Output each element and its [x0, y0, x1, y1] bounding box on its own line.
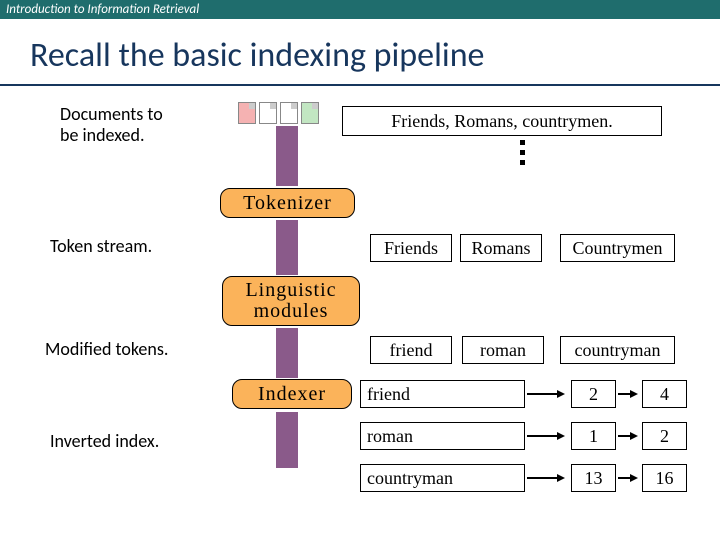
- posting-box: 2: [571, 380, 616, 408]
- token-cell: Countrymen: [560, 234, 675, 262]
- diagram-canvas: Documents to be indexed. Token stream. M…: [0, 96, 720, 526]
- posting-value: 4: [660, 384, 669, 405]
- xls-icon: [301, 102, 319, 124]
- posting-value: 13: [585, 468, 603, 489]
- arrow-right-icon: [525, 388, 567, 400]
- document-icons: [238, 102, 319, 124]
- token-text: Romans: [471, 238, 530, 259]
- token-cell: Friends: [370, 234, 452, 262]
- header-bar: Introduction to Information Retrieval: [0, 0, 720, 19]
- arrow-down-icon: [276, 220, 298, 275]
- stage-tokenizer-label: Tokenizer: [243, 192, 332, 215]
- stage-indexer: Indexer: [232, 379, 352, 409]
- stage-linguistic-label: Linguistic modules: [245, 280, 336, 322]
- arrow-right-icon: [525, 430, 567, 442]
- arrow-down-icon: [276, 412, 298, 468]
- index-term: friend: [367, 384, 410, 405]
- token-text: friend: [390, 340, 433, 361]
- arrow-right-icon: [616, 472, 638, 484]
- posting-box: 16: [642, 464, 687, 492]
- index-row: countryman 13 16: [360, 464, 687, 492]
- arrow-right-icon: [616, 388, 638, 400]
- posting-box: 13: [571, 464, 616, 492]
- input-document-box: Friends, Romans, countrymen.: [342, 106, 662, 136]
- posting-value: 2: [589, 384, 598, 405]
- posting-value: 2: [660, 426, 669, 447]
- stage-indexer-label: Indexer: [258, 383, 326, 406]
- course-title: Introduction to Information Retrieval: [6, 2, 199, 17]
- token-text: countryman: [575, 340, 661, 361]
- label-documents: Documents to be indexed.: [60, 104, 163, 145]
- index-term-box: friend: [360, 380, 525, 408]
- modified-token-cell: countryman: [560, 336, 675, 364]
- pdf-icon: [238, 102, 256, 124]
- posting-box: 1: [571, 422, 616, 450]
- index-term-box: roman: [360, 422, 525, 450]
- arrow-right-icon: [616, 430, 638, 442]
- label-inverted-index: Inverted index.: [50, 431, 159, 452]
- stage-linguistic: Linguistic modules: [222, 276, 360, 326]
- vertical-ellipsis-icon: [520, 140, 525, 165]
- label-token-stream: Token stream.: [50, 236, 152, 257]
- modified-token-cell: roman: [462, 336, 544, 364]
- index-term-box: countryman: [360, 464, 525, 492]
- label-modified-tokens: Modified tokens.: [45, 339, 168, 360]
- token-text: roman: [480, 340, 526, 361]
- index-row: roman 1 2: [360, 422, 687, 450]
- token-text: Friends: [384, 238, 438, 259]
- arrow-down-icon: [276, 328, 298, 378]
- doc-icon: [280, 102, 298, 124]
- arrow-right-icon: [525, 472, 567, 484]
- slide-title: Recall the basic indexing pipeline: [0, 19, 720, 84]
- index-term: roman: [367, 426, 413, 447]
- arrow-down-icon: [276, 126, 298, 186]
- token-text: Countrymen: [573, 238, 663, 259]
- posting-value: 1: [589, 426, 598, 447]
- posting-value: 16: [656, 468, 674, 489]
- input-document-text: Friends, Romans, countrymen.: [391, 111, 612, 132]
- stage-tokenizer: Tokenizer: [220, 188, 355, 218]
- token-cell: Romans: [460, 234, 542, 262]
- index-term: countryman: [367, 468, 453, 489]
- modified-token-cell: friend: [370, 336, 452, 364]
- posting-box: 2: [642, 422, 687, 450]
- doc-icon: [259, 102, 277, 124]
- index-row: friend 2 4: [360, 380, 687, 408]
- title-underline: [0, 84, 720, 86]
- posting-box: 4: [642, 380, 687, 408]
